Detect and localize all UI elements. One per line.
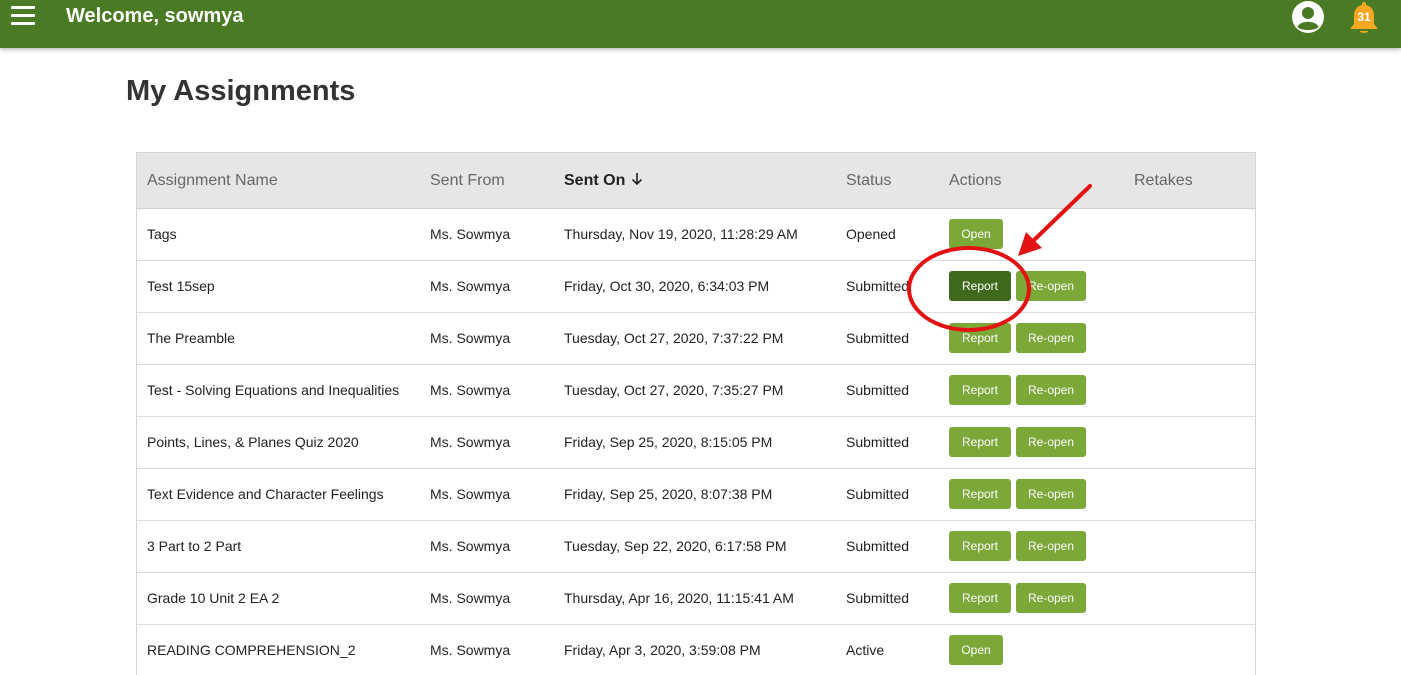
hamburger-menu-icon[interactable] [11, 6, 35, 28]
re-open-button[interactable]: Re-open [1016, 583, 1086, 613]
assignment-name: Test - Solving Equations and Inequalitie… [147, 382, 400, 398]
column-header-status[interactable]: Status [846, 172, 891, 190]
sent-from: Ms. Sowmya [430, 382, 511, 398]
status: Submitted [846, 434, 910, 450]
table-row: Text Evidence and Character Feelings Ms. … [137, 469, 1255, 521]
table-row: READING COMPREHENSION_2 Ms. Sowmya Friday,… [137, 625, 1255, 675]
sent-on: Friday, Apr 3, 2020, 3:59:08 PM [564, 642, 761, 658]
table-row: The Preamble Ms. Sowmya Tuesday, Oct 27, 2… [137, 313, 1255, 365]
sent-on: Thursday, Apr 16, 2020, 11:15:41 AM [564, 590, 794, 606]
sent-from: Ms. Sowmya [430, 434, 511, 450]
sent-on: Thursday, Nov 19, 2020, 11:28:29 AM [564, 226, 798, 242]
report-button[interactable]: Report [949, 375, 1011, 405]
report-button[interactable]: Report [949, 583, 1011, 613]
column-header-sent-from[interactable]: Sent From [430, 172, 505, 190]
assignment-name: Test 15sep [147, 278, 215, 294]
column-header-assignment-name[interactable]: Assignment Name [147, 172, 278, 190]
table-header: Assignment Name Sent From Sent On Status… [137, 153, 1255, 209]
sent-from: Ms. Sowmya [430, 538, 511, 554]
table-row: Grade 10 Unit 2 EA 2 Ms. Sowmya Thursday, … [137, 573, 1255, 625]
top-app-bar: Welcome, sowmya 31 [0, 0, 1401, 48]
report-button[interactable]: Report [949, 479, 1011, 509]
sent-from: Ms. Sowmya [430, 486, 511, 502]
sent-on: Friday, Sep 25, 2020, 8:07:38 PM [564, 486, 773, 502]
assignment-name: Tags [147, 226, 177, 242]
report-button[interactable]: Report [949, 323, 1011, 353]
sent-from: Ms. Sowmya [430, 226, 511, 242]
assignment-name: READING COMPREHENSION_2 [147, 642, 356, 658]
arrow-down-icon [632, 173, 643, 186]
sent-from: Ms. Sowmya [430, 642, 511, 658]
notification-count-badge: 31 [1357, 10, 1371, 24]
report-button[interactable]: Report [949, 531, 1011, 561]
sent-from: Ms. Sowmya [430, 278, 511, 294]
table-row: Tags Ms. Sowmya Thursday, Nov 19, 2020, 11… [137, 209, 1255, 261]
report-button[interactable]: Report [949, 427, 1011, 457]
sent-from: Ms. Sowmya [430, 330, 511, 346]
sent-from: Ms. Sowmya [430, 590, 511, 606]
table-row: Test - Solving Equations and Inequalitie… [137, 365, 1255, 417]
assignment-name: Grade 10 Unit 2 EA 2 [147, 590, 280, 606]
status: Submitted [846, 486, 910, 502]
table-body: Tags Ms. Sowmya Thursday, Nov 19, 2020, 11… [137, 209, 1255, 675]
column-header-sent-on-label: Sent On [564, 172, 626, 189]
column-header-actions: Actions [949, 172, 1002, 189]
sent-on: Friday, Oct 30, 2020, 6:34:03 PM [564, 278, 770, 294]
column-header-sent-on[interactable]: Sent On [564, 172, 643, 190]
table-row: Points, Lines, & Planes Quiz 2020 Ms. Sow… [137, 417, 1255, 469]
re-open-button[interactable]: Re-open [1016, 479, 1086, 509]
status: Submitted [846, 330, 910, 346]
status: Submitted [846, 538, 910, 554]
assignments-table: Assignment Name Sent From Sent On Status… [136, 152, 1256, 675]
sent-on: Friday, Sep 25, 2020, 8:15:05 PM [564, 434, 773, 450]
sent-on: Tuesday, Oct 27, 2020, 7:35:27 PM [564, 382, 784, 398]
status: Active [846, 642, 885, 658]
status: Submitted [846, 590, 910, 606]
assignment-name: Points, Lines, & Planes Quiz 2020 [147, 434, 359, 450]
re-open-button[interactable]: Re-open [1016, 375, 1086, 405]
user-account-icon[interactable] [1291, 0, 1325, 34]
column-header-retakes: Retakes [1134, 172, 1193, 189]
page-title: My Assignments [126, 75, 356, 107]
table-row: 3 Part to 2 Part Ms. Sowmya Tuesday, Sep 2… [137, 521, 1255, 573]
open-button[interactable]: Open [949, 635, 1003, 665]
assignment-name: The Preamble [147, 330, 235, 346]
re-open-button[interactable]: Re-open [1016, 271, 1086, 301]
welcome-text: Welcome, sowmya [66, 5, 244, 27]
status: Submitted [846, 382, 910, 398]
open-button[interactable]: Open [949, 219, 1003, 249]
sent-on: Tuesday, Sep 22, 2020, 6:17:58 PM [564, 538, 787, 554]
assignment-name: Text Evidence and Character Feelings [147, 486, 384, 502]
status: Submitted [846, 278, 910, 294]
status: Opened [846, 226, 896, 242]
re-open-button[interactable]: Re-open [1016, 427, 1086, 457]
assignment-name: 3 Part to 2 Part [147, 538, 242, 554]
re-open-button[interactable]: Re-open [1016, 531, 1086, 561]
sent-on: Tuesday, Oct 27, 2020, 7:37:22 PM [564, 330, 784, 346]
table-row: Test 15sep Ms. Sowmya Friday, Oct 30, 2020… [137, 261, 1255, 313]
report-button[interactable]: Report [949, 271, 1011, 301]
re-open-button[interactable]: Re-open [1016, 323, 1086, 353]
